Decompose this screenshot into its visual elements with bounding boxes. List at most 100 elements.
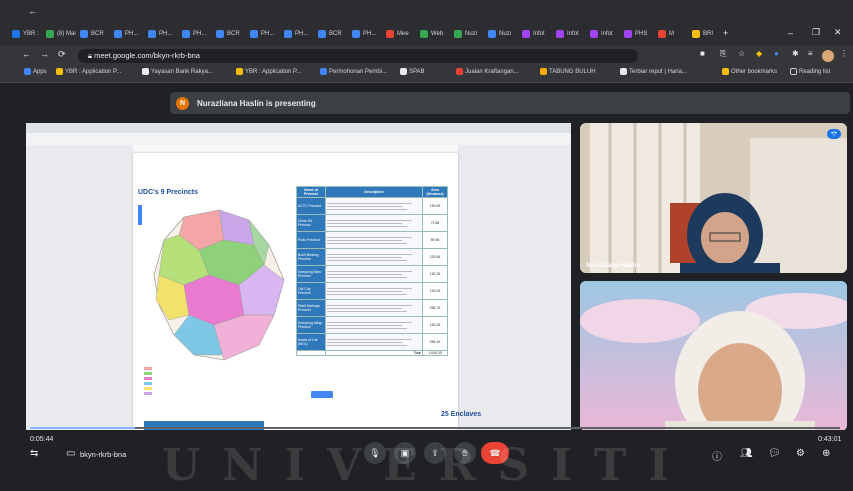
browser-tab[interactable]: BCR — [212, 24, 246, 44]
participant-tile-1[interactable]: Nurazliana Haslin •|• — [580, 123, 847, 273]
maximize-icon[interactable]: ❐ — [812, 27, 820, 38]
enclaves-heading: 25 Enclaves — [441, 411, 482, 418]
forward-icon[interactable]: → — [40, 49, 49, 59]
precinct-name: Rakit Mahraja Precinct — [296, 299, 326, 317]
browser-tab[interactable]: BRI — [688, 24, 722, 44]
speaking-indicator-icon: •|• — [827, 129, 841, 139]
star-icon[interactable]: ☆ — [738, 49, 745, 58]
precinct-name: Old City Precinct — [296, 282, 326, 300]
precinct-name: Kampung Attap Precinct — [296, 316, 326, 334]
total-spacer — [296, 350, 326, 356]
puzzle-icon[interactable]: ✱ — [792, 49, 799, 58]
other-bookmarks[interactable]: Other bookmarks — [722, 68, 777, 75]
tab-label: Infot — [533, 31, 545, 37]
browser-tab[interactable]: YBR : — [8, 24, 42, 44]
media-icon[interactable]: ≡ — [808, 49, 813, 58]
tab-favicon-icon — [692, 30, 700, 38]
browser-tab[interactable]: PH... — [246, 24, 280, 44]
reading-list[interactable]: Reading list — [790, 68, 830, 75]
browser-tab[interactable]: PH... — [144, 24, 178, 44]
precinct-area: 256.76 — [422, 299, 448, 317]
tab-favicon-icon — [556, 30, 564, 38]
participant-tile-2[interactable] — [580, 281, 847, 431]
browser-tab-strip: ← YBR : (8) Mail BCR PH... PH... PH... BCR PH..… — [0, 0, 853, 46]
precinct-name: Chow Kit Precinct — [296, 214, 326, 232]
browser-tab[interactable]: PH... — [178, 24, 212, 44]
table-row: Old City Precinct 193.05 — [296, 282, 448, 300]
bookmark-label: YBR : Application P... — [65, 68, 122, 75]
reading-list-label: Reading list — [799, 68, 831, 75]
bookmark-favicon-icon — [400, 68, 407, 75]
bookmark-label: TABUNG BULUH — [549, 68, 596, 75]
browser-tab[interactable]: (8) Mail — [42, 24, 76, 44]
shared-browser-address — [26, 133, 571, 145]
table-row: Bukit Bintang Precinct 225.84 — [296, 248, 448, 266]
table-header-description: Description — [325, 186, 423, 198]
precinct-description — [325, 231, 423, 249]
browser-tab[interactable]: Web — [416, 24, 450, 44]
presenter-avatar: N — [176, 96, 189, 110]
profile-avatar[interactable] — [822, 50, 834, 62]
tab-label: PH... — [193, 31, 207, 37]
new-tab-icon[interactable]: + — [723, 28, 728, 38]
tab-label: PHS — [635, 31, 648, 37]
tab-favicon-icon — [12, 30, 20, 38]
browser-tab[interactable]: Infot — [552, 24, 586, 44]
tab-label: BCR — [91, 31, 104, 37]
table-row: Kampung Baru Precinct 150.35 — [296, 265, 448, 283]
shared-doc-toolbar — [133, 145, 458, 153]
tab-label: PH... — [295, 31, 309, 37]
browser-tab[interactable]: M — [654, 24, 688, 44]
browser-tab[interactable]: Infot — [518, 24, 552, 44]
back-icon[interactable]: ← — [22, 49, 31, 59]
doc-link-button — [311, 391, 333, 398]
bookmark-item[interactable]: Terbiar reput | Haria... — [620, 68, 687, 75]
tab-favicon-icon — [114, 30, 122, 38]
bookmark-item[interactable]: TABUNG BULUH — [540, 68, 596, 75]
bookmark-favicon-icon — [540, 68, 547, 75]
share-icon[interactable]: ⎘ — [720, 49, 726, 59]
browser-tab[interactable]: PH... — [110, 24, 144, 44]
tab-favicon-icon — [216, 30, 224, 38]
minimize-icon[interactable]: – — [788, 28, 793, 38]
precinct-name: Kampung Baru Precinct — [296, 265, 326, 283]
back-arrow-icon[interactable]: ← — [28, 6, 37, 16]
menu-kebab-icon[interactable]: ⋮ — [840, 49, 848, 58]
camera-icon[interactable]: ■ — [700, 49, 705, 58]
bookmark-item[interactable]: SPAB — [400, 68, 425, 75]
browser-tab[interactable]: BCR — [314, 24, 348, 44]
tab-label: PH... — [261, 31, 275, 37]
bookmark-item[interactable]: Jualan Kraftangan... — [456, 68, 519, 75]
tab-favicon-icon — [284, 30, 292, 38]
table-row: Rakit Mahraja Precinct 256.76 — [296, 299, 448, 317]
participant-1-name: Nurazliana Haslin — [586, 262, 641, 269]
browser-tab[interactable]: Nuzi — [450, 24, 484, 44]
doc-side-marker — [138, 205, 142, 225]
browser-tab[interactable]: BCR — [76, 24, 110, 44]
omnibox[interactable]: 🔒︎ meet.google.com/bkyn-rkrb-bna — [78, 49, 638, 63]
extension-icon[interactable]: ◆ — [756, 49, 762, 58]
extension-icon-2[interactable]: ● — [774, 49, 779, 58]
precinct-description — [325, 197, 423, 215]
browser-tab[interactable]: Infot — [586, 24, 620, 44]
close-window-icon[interactable]: ✕ — [834, 27, 842, 38]
browser-tab[interactable]: Mee — [382, 24, 416, 44]
reading-list-icon — [790, 68, 797, 75]
precinct-area: 160.26 — [422, 316, 448, 334]
tab-label: BRI — [703, 31, 714, 37]
bookmark-item[interactable]: Apps — [24, 68, 47, 75]
tab-label: BCR — [329, 31, 342, 37]
bookmark-item[interactable]: YBR : Application P... — [236, 68, 301, 75]
browser-tab[interactable]: PHS — [620, 24, 654, 44]
bookmark-item[interactable]: YBR : Application P... — [56, 68, 121, 75]
browser-tab[interactable]: PH... — [348, 24, 382, 44]
tab-favicon-icon — [420, 30, 428, 38]
tab-label: Nuzi — [465, 31, 478, 37]
bookmark-item[interactable]: Yayasan Bank Rakya... — [142, 68, 213, 75]
recording-progress-bar[interactable] — [30, 427, 840, 429]
reload-icon[interactable]: ⟳ — [58, 49, 66, 60]
bookmark-label: Jualan Kraftangan... — [465, 68, 519, 75]
bookmark-item[interactable]: Permohonan Pembi... — [320, 68, 387, 75]
browser-tab[interactable]: Nuzi — [484, 24, 518, 44]
browser-tab[interactable]: PH... — [280, 24, 314, 44]
